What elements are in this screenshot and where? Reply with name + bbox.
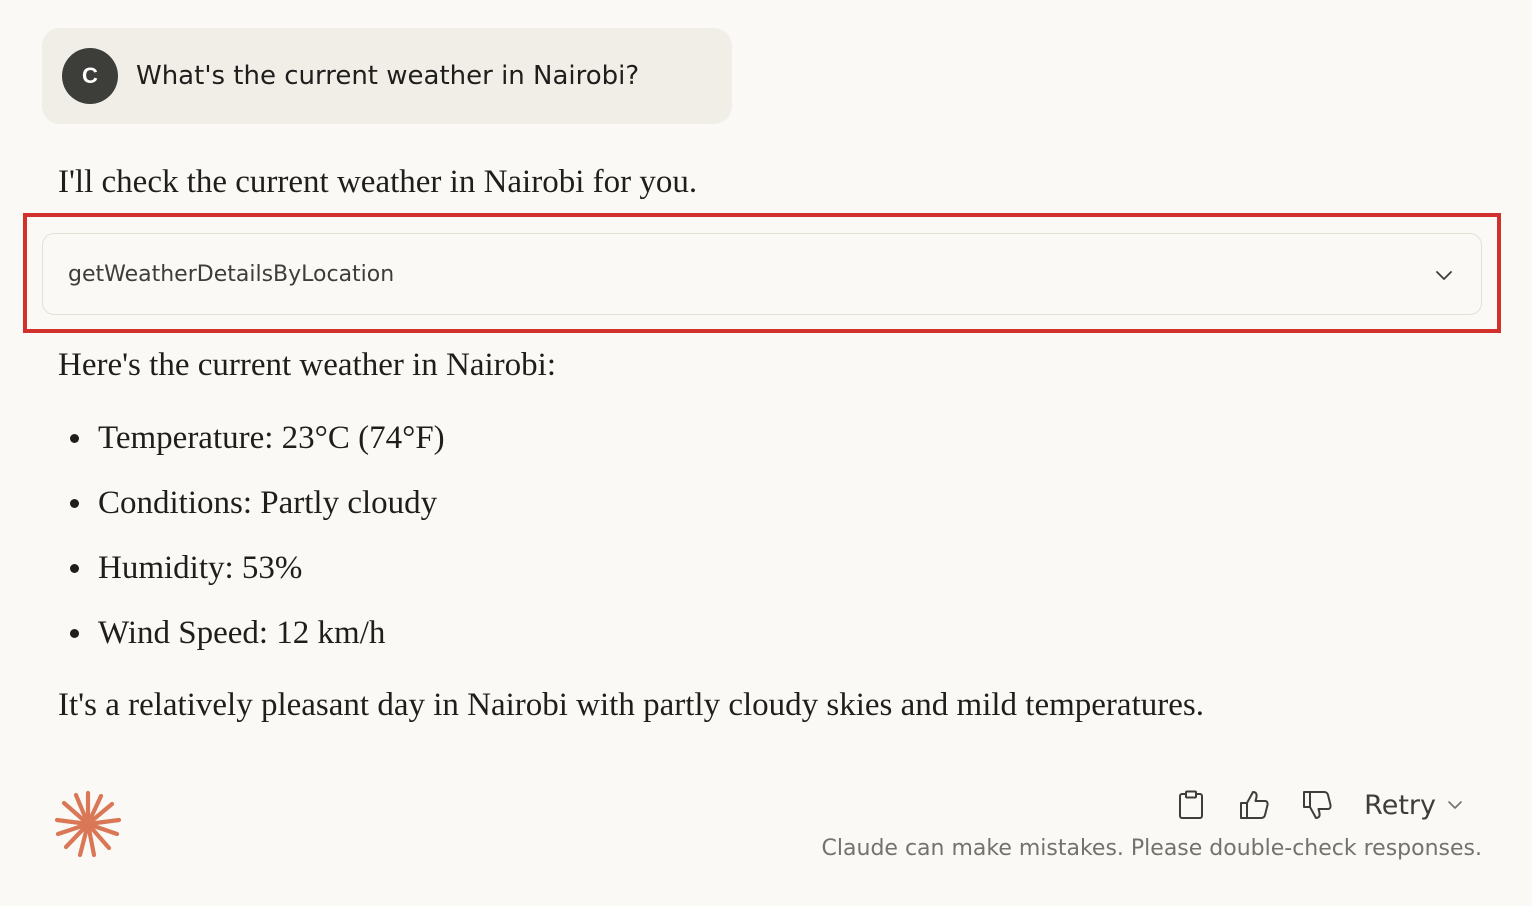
weather-heading: Here's the current weather in Nairobi: <box>58 347 556 383</box>
copy-button[interactable] <box>1174 788 1208 822</box>
tool-call-name: getWeatherDetailsByLocation <box>68 261 395 287</box>
user-message-bubble: C What's the current weather in Nairobi? <box>42 28 732 124</box>
chevron-down-icon <box>1448 801 1462 809</box>
user-avatar: C <box>62 48 118 104</box>
tool-call-card[interactable]: getWeatherDetailsByLocation <box>42 233 1482 315</box>
thumbs-up-button[interactable] <box>1237 788 1271 822</box>
thumbs-down-icon <box>1303 791 1332 819</box>
list-item: Conditions: Partly cloudy <box>58 482 445 547</box>
wind-speed-text: Wind Speed: 12 km/h <box>98 615 386 651</box>
bullet-dot <box>70 629 79 638</box>
disclaimer-text: Claude can make mistakes. Please double-… <box>821 836 1482 861</box>
temperature-text: Temperature: 23°C (74°F) <box>98 420 445 456</box>
user-message-text: What's the current weather in Nairobi? <box>136 61 640 91</box>
list-item: Humidity: 53% <box>58 547 445 612</box>
bullet-dot <box>70 434 79 443</box>
message-actions: Retry <box>1174 785 1464 825</box>
bullet-dot <box>70 564 79 573</box>
list-item: Temperature: 23°C (74°F) <box>58 417 445 482</box>
retry-button[interactable]: Retry <box>1364 790 1464 821</box>
thumbs-up-icon <box>1240 791 1269 819</box>
assistant-intro-text: I'll check the current weather in Nairob… <box>58 164 698 200</box>
chevron-down-icon[interactable] <box>1433 265 1455 287</box>
assistant-closing-text: It's a relatively pleasant day in Nairob… <box>58 687 1204 723</box>
conditions-text: Conditions: Partly cloudy <box>98 485 438 521</box>
claude-spark-icon <box>54 790 122 858</box>
thumbs-down-button[interactable] <box>1300 788 1334 822</box>
humidity-text: Humidity: 53% <box>98 550 303 586</box>
list-item: Wind Speed: 12 km/h <box>58 612 445 677</box>
retry-label: Retry <box>1364 789 1436 821</box>
weather-details-list: Temperature: 23°C (74°F) Conditions: Par… <box>58 417 445 677</box>
bullet-dot <box>70 499 79 508</box>
clipboard-icon <box>1179 790 1204 819</box>
